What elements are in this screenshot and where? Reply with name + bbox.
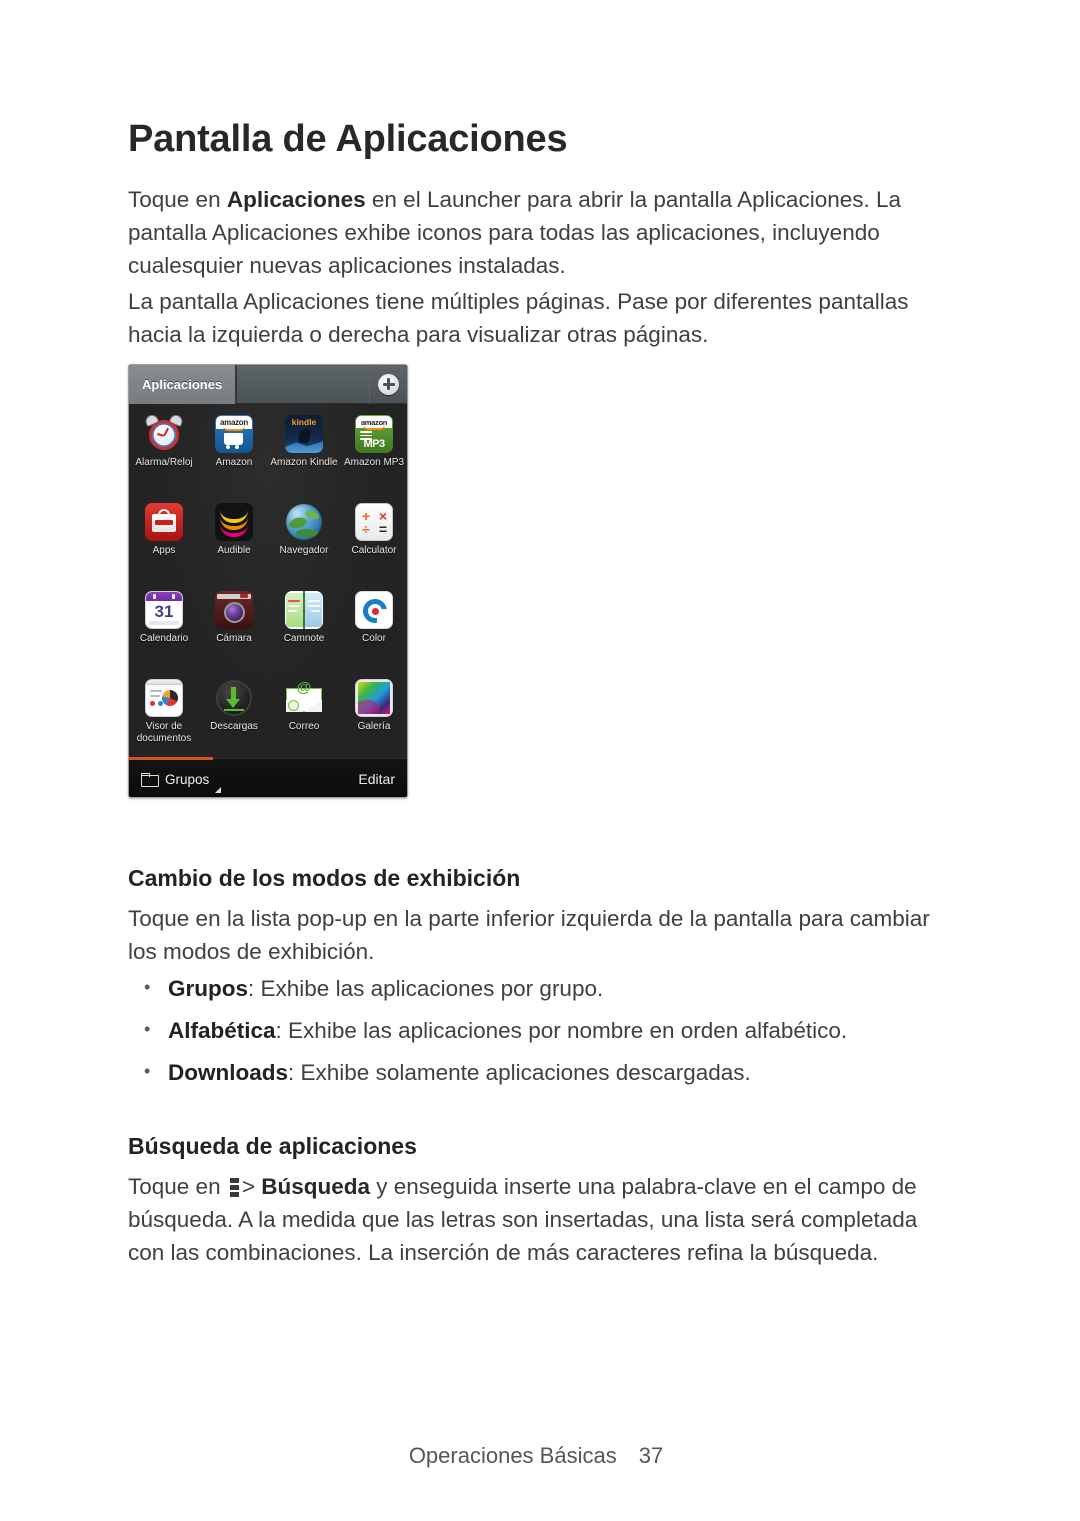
app-label: Amazon Kindle	[270, 457, 338, 468]
app-search-paragraph: Toque en > Búsqueda y enseguida inserte …	[128, 1170, 958, 1269]
plus-circle-icon	[378, 373, 399, 395]
paragraph-4-bold-term: Búsqueda	[261, 1174, 371, 1199]
app-item-camara[interactable]: Cámara	[199, 586, 269, 674]
bullet-description: : Exhibe las aplicaciones por nombre en …	[275, 1018, 848, 1043]
calendar-day: 31	[154, 602, 174, 621]
app-label: Calculator	[351, 545, 397, 556]
app-label: Alarma/Reloj	[135, 457, 193, 468]
app-label: Descargas	[210, 721, 258, 732]
display-mode-button[interactable]: Grupos	[165, 772, 209, 787]
app-label: Camnote	[283, 633, 325, 644]
downloads-icon	[215, 679, 253, 717]
app-row: 31 Calendario Cámara Camnote Color	[129, 586, 407, 674]
app-label: Galería	[357, 721, 391, 732]
list-item: Downloads: Exhibe solamente aplicaciones…	[128, 1055, 968, 1089]
bullet-description: : Exhibe solamente aplicaciones descarga…	[288, 1060, 751, 1085]
app-label: Audible	[217, 545, 251, 556]
bullet-term: Alfabética	[168, 1018, 276, 1043]
app-item-amazon-mp3[interactable]: amazon MP3 Amazon MP3	[339, 410, 407, 498]
app-item-alarma-reloj[interactable]: Alarma/Reloj	[129, 410, 199, 498]
app-label: Calendario	[139, 633, 189, 644]
app-row: Alarma/Reloj amazon Amazon kindle Amazon…	[129, 410, 407, 498]
add-button[interactable]	[369, 365, 407, 404]
app-item-audible[interactable]: Audible	[199, 498, 269, 586]
footer-page-number: 37	[638, 1443, 664, 1468]
apps-screen-topbar: Aplicaciones	[129, 365, 407, 404]
alarm-clock-icon	[145, 415, 183, 453]
gallery-icon	[355, 679, 393, 717]
app-label: Navegador	[279, 545, 329, 556]
app-label: Visor de documentos	[136, 721, 192, 744]
app-item-amazon-kindle[interactable]: kindle Amazon Kindle	[269, 410, 339, 498]
edit-button[interactable]: Editar	[358, 771, 395, 787]
page-title: Pantalla de Aplicaciones	[128, 118, 568, 160]
page-indicator	[129, 757, 213, 760]
intro-paragraph-1: Toque en Aplicaciones en el Launcher par…	[128, 183, 958, 282]
divide-operator: ÷	[362, 521, 370, 537]
app-item-navegador[interactable]: Navegador	[269, 498, 339, 586]
color-icon	[355, 591, 393, 629]
browser-globe-icon	[285, 503, 323, 541]
app-item-descargas[interactable]: Descargas	[199, 674, 269, 762]
app-item-calendario[interactable]: 31 Calendario	[129, 586, 199, 674]
mp3-label: MP3	[363, 438, 385, 450]
verizon-apps-icon	[145, 503, 183, 541]
camnote-icon	[285, 591, 323, 629]
app-label: Apps	[152, 545, 176, 556]
audible-icon	[215, 503, 253, 541]
dropdown-triangle-icon[interactable]	[215, 787, 222, 793]
display-modes-paragraph: Toque en la lista pop-up en la parte inf…	[128, 906, 930, 964]
paragraph-1-prefix: Toque en	[128, 187, 227, 212]
footer-section-title: Operaciones Básicas	[408, 1443, 617, 1468]
subheading-display-modes: Cambio de los modos de exhibición	[128, 865, 521, 891]
tab-aplicaciones[interactable]: Aplicaciones	[129, 365, 238, 404]
bullet-description: : Exhibe las aplicaciones por grupo.	[248, 976, 604, 1001]
kindle-wordmark: kindle	[291, 417, 317, 427]
bullet-term: Downloads	[168, 1060, 289, 1085]
page-footer: Operaciones Básicas 37	[0, 1443, 1080, 1469]
app-item-galeria[interactable]: Galería	[339, 674, 407, 762]
app-row: Apps Audible Navegador + × ÷ = Calculato…	[129, 498, 407, 586]
app-item-color[interactable]: Color	[339, 586, 407, 674]
camera-icon	[215, 591, 253, 629]
paragraph-1-bold-term: Aplicaciones	[226, 187, 366, 212]
calendar-icon: 31	[145, 591, 183, 629]
app-item-correo[interactable]: @ Correo	[269, 674, 339, 762]
app-item-amazon[interactable]: amazon Amazon	[199, 410, 269, 498]
app-item-apps[interactable]: Apps	[129, 498, 199, 586]
calculator-icon: + × ÷ =	[355, 503, 393, 541]
app-grid: Alarma/Reloj amazon Amazon kindle Amazon…	[129, 404, 407, 758]
paragraph-4-prefix: Toque en	[128, 1174, 227, 1199]
equals-operator: =	[378, 521, 387, 537]
phone-screenshot-figure: Aplicaciones Alarma/Reloj amazon Amazon …	[128, 364, 408, 798]
email-icon: @	[285, 679, 323, 717]
app-label: Correo	[288, 721, 320, 732]
manual-page: Pantalla de Aplicaciones Toque en Aplica…	[0, 0, 1080, 1521]
document-viewer-icon	[145, 679, 183, 717]
folder-icon	[141, 773, 159, 787]
app-item-camnote[interactable]: Camnote	[269, 586, 339, 674]
bullet-term: Grupos	[168, 976, 249, 1001]
app-label: Amazon	[215, 457, 253, 468]
display-modes-list: Grupos: Exhibe las aplicaciones por grup…	[128, 971, 968, 1098]
app-label: Color	[362, 633, 386, 644]
apps-screen-bottombar: Grupos Editar	[129, 757, 407, 797]
app-item-calculator[interactable]: + × ÷ = Calculator	[339, 498, 407, 586]
app-row: Visor de documentos Descargas @ Correo G…	[129, 674, 407, 762]
intro-paragraph-2: La pantalla Aplicaciones tiene múltiples…	[128, 289, 909, 347]
amazon-kindle-icon: kindle	[285, 415, 323, 453]
list-item: Grupos: Exhibe las aplicaciones por grup…	[128, 971, 968, 1005]
list-item: Alfabética: Exhibe las aplicaciones por …	[128, 1013, 968, 1047]
amazon-shopping-icon: amazon	[215, 415, 253, 453]
menu-icon	[229, 1178, 239, 1197]
app-label: Cámara	[216, 633, 252, 644]
paragraph-4-separator: >	[241, 1174, 262, 1199]
app-item-visor-de-documentos[interactable]: Visor de documentos	[129, 674, 199, 762]
subheading-app-search: Búsqueda de aplicaciones	[128, 1133, 417, 1159]
amazon-mp3-icon: amazon MP3	[355, 415, 393, 453]
app-label: Amazon MP3	[343, 457, 405, 468]
